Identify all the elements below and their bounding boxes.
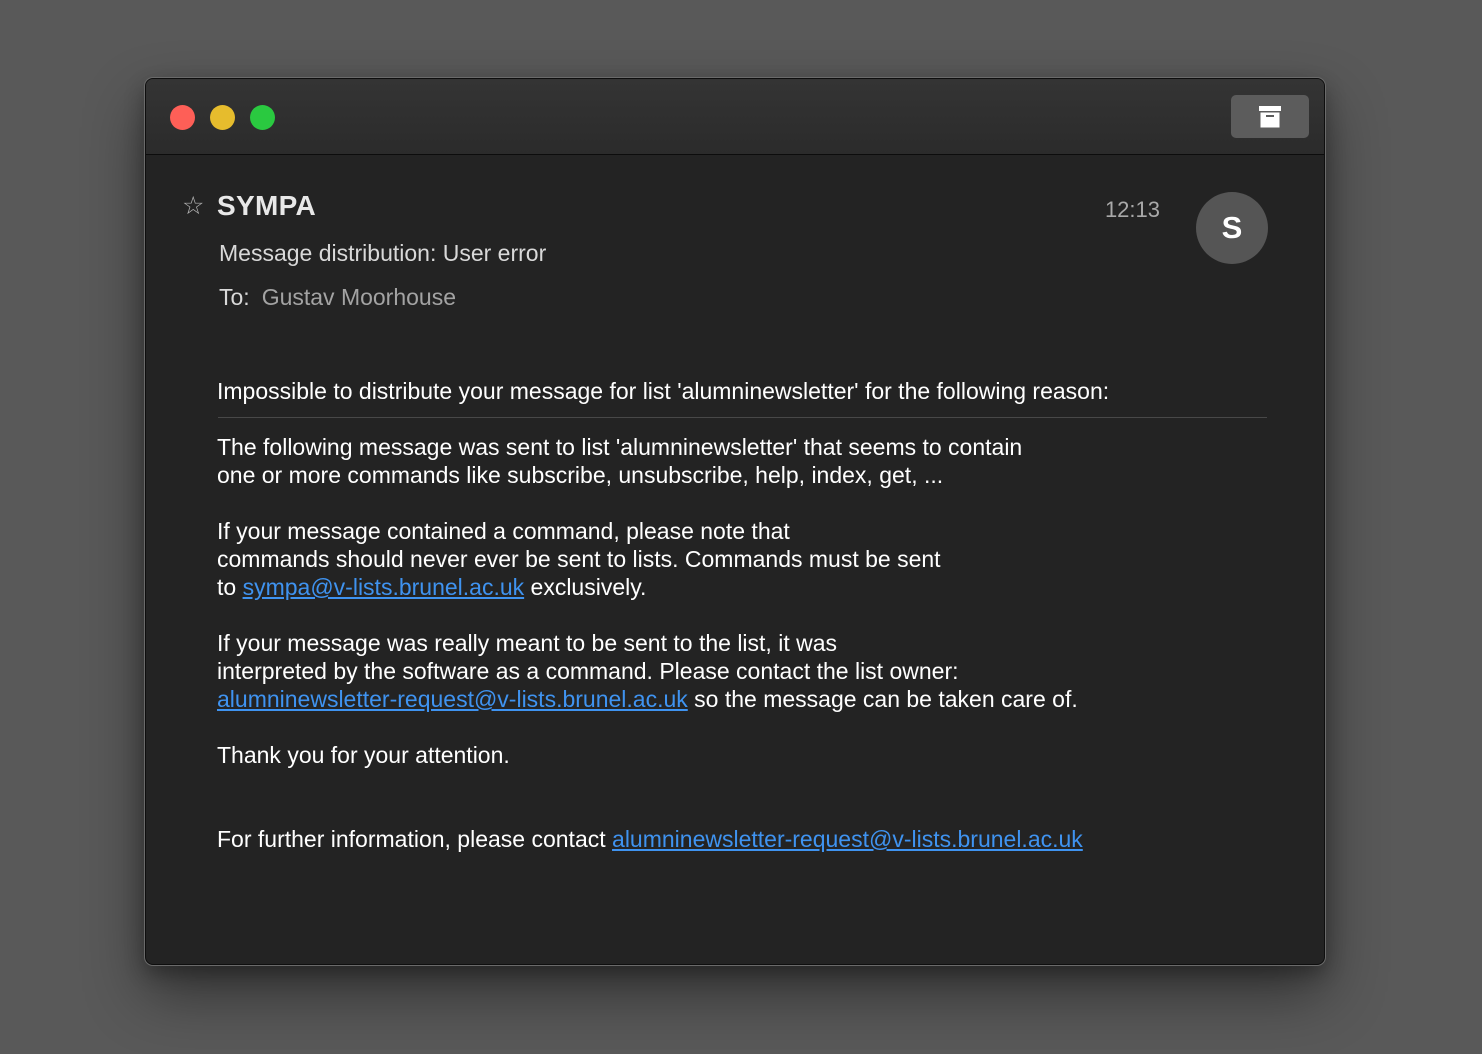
body-paragraph: Thank you for your attention. [217, 741, 1277, 769]
message-time: 12:13 [1104, 197, 1160, 222]
body-paragraph: If your message was really meant to be s… [217, 629, 1277, 713]
body-text: If your message was really meant to be s… [217, 630, 838, 656]
body-text: so the message can be taken care of. [687, 686, 1078, 712]
message-subject: Message distribution: User error [219, 240, 547, 266]
body-text: Thank you for your attention. [217, 742, 510, 768]
sender-name: SYMPA [217, 190, 316, 221]
body-text: to [217, 574, 243, 600]
body-text: If your message contained a command, ple… [217, 518, 790, 544]
to-label: To: [219, 284, 250, 310]
body-text: exclusively. [524, 574, 647, 600]
close-window-button[interactable] [170, 105, 195, 130]
body-text: For further information, please contact [217, 826, 613, 852]
body-paragraph: Impossible to distribute your message fo… [217, 377, 1277, 405]
body-text: commands should never ever be sent to li… [217, 546, 941, 572]
body-text: The following message was sent to list '… [217, 434, 1023, 460]
avatar-letter: S [1221, 210, 1243, 245]
archive-button[interactable] [1231, 95, 1309, 138]
title-bar[interactable] [146, 79, 1324, 155]
body-paragraph: If your message contained a command, ple… [217, 517, 1277, 601]
mail-window: ☆ SYMPA 12:13 S Message distribution: Us… [145, 78, 1325, 965]
body-paragraph: The following message was sent to list '… [217, 433, 1277, 489]
body-paragraph: For further information, please contact … [217, 825, 1277, 853]
message-body: Impossible to distribute your message fo… [217, 377, 1277, 881]
recipient-row: To: Gustav Moorhouse [219, 284, 456, 311]
avatar: S [1196, 192, 1268, 264]
recipient-name[interactable]: Gustav Moorhouse [262, 284, 456, 310]
list-owner-email-link[interactable]: alumninewsletter-request@v-lists.brunel.… [217, 686, 688, 712]
body-text: one or more commands like subscribe, uns… [217, 462, 944, 488]
minimize-window-button[interactable] [210, 105, 235, 130]
star-icon[interactable]: ☆ [182, 191, 204, 220]
contact-email-link[interactable]: alumninewsletter-request@v-lists.brunel.… [612, 826, 1083, 852]
body-text: interpreted by the software as a command… [217, 658, 959, 684]
body-text: Impossible to distribute your message fo… [217, 378, 1110, 404]
sympa-email-link[interactable]: sympa@v-lists.brunel.ac.uk [243, 574, 525, 600]
archive-box-icon [1258, 105, 1282, 129]
maximize-window-button[interactable] [250, 105, 275, 130]
